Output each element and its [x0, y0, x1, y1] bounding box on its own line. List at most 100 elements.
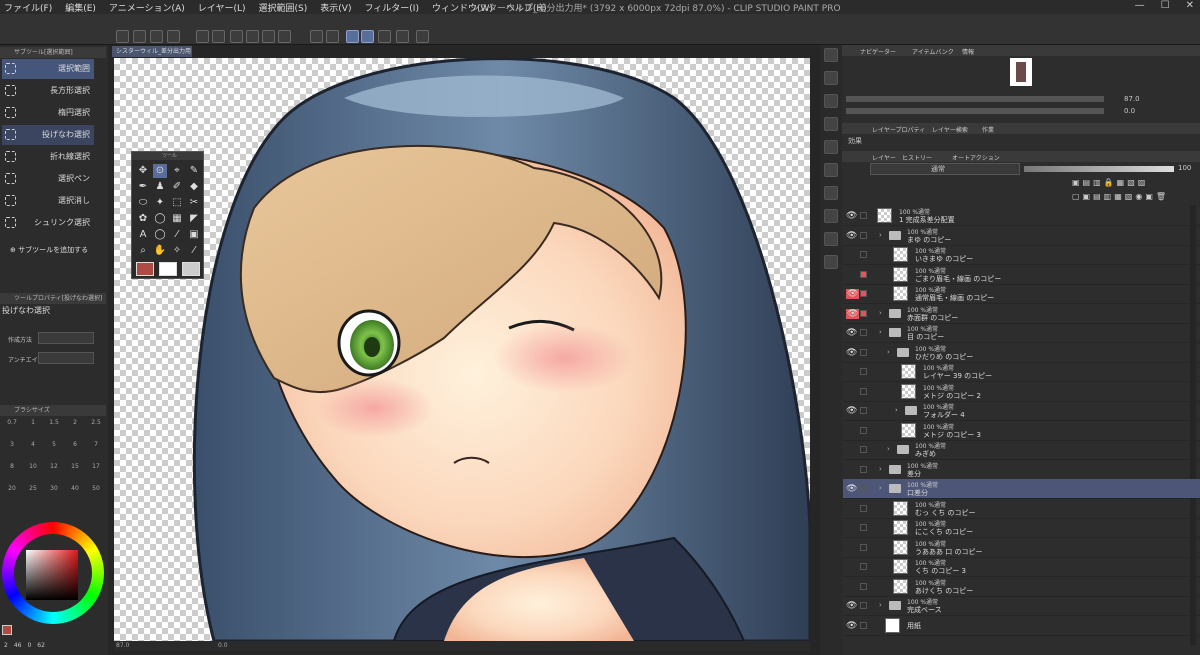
- ruler-tool-icon[interactable]: ◤: [187, 212, 201, 226]
- brushsize-cell[interactable]: 7: [86, 441, 106, 461]
- tab-item-bank[interactable]: アイテムバンク: [912, 47, 954, 56]
- layer-action-icons[interactable]: ▢▣▤▥▦▧◉▣🗑: [1072, 192, 1182, 202]
- brushsize-cell[interactable]: 2: [65, 419, 85, 439]
- subtool-item[interactable]: 投げなわ選択: [2, 125, 94, 145]
- open-icon[interactable]: [133, 30, 146, 43]
- move-tool-icon[interactable]: ✥: [136, 164, 150, 178]
- visibility-eye-icon[interactable]: 👁: [846, 211, 857, 221]
- maximize-icon[interactable]: ☐: [1161, 0, 1170, 11]
- layer-row[interactable]: 100 %通常 いきまゆ のコピー: [843, 245, 1200, 265]
- clear-icon[interactable]: [230, 30, 243, 43]
- gradient-tool-icon[interactable]: ▣: [187, 228, 201, 242]
- expand-arrow-icon[interactable]: ›: [879, 309, 882, 317]
- lock-checkbox[interactable]: [860, 621, 867, 629]
- close-icon[interactable]: ✕: [1186, 0, 1194, 11]
- figure-tool-icon[interactable]: ◯: [153, 212, 167, 226]
- eraser-tool-icon[interactable]: ◆: [187, 180, 201, 194]
- hand-tool-icon[interactable]: ✋: [153, 244, 167, 258]
- lock-checkbox[interactable]: [860, 602, 867, 609]
- layer-row[interactable]: 100 %通常 ごまり眉毛・線画 のコピー: [843, 265, 1200, 285]
- tab-history[interactable]: ヒストリー: [902, 153, 932, 162]
- visibility-eye-icon[interactable]: 👁: [846, 601, 857, 611]
- redo-icon[interactable]: [212, 30, 225, 43]
- brushsize-cell[interactable]: 25: [23, 485, 43, 505]
- subtool-item[interactable]: 選択ペン: [2, 169, 94, 189]
- menu-item[interactable]: 選択範囲(S): [259, 1, 308, 14]
- balloon-tool-icon[interactable]: ◯: [153, 228, 167, 242]
- airbrush-tool-icon[interactable]: ✐: [170, 180, 184, 194]
- transform-icon[interactable]: [262, 30, 275, 43]
- expand-arrow-icon[interactable]: ›: [895, 406, 898, 414]
- lock-checkbox[interactable]: [860, 348, 867, 356]
- layer-row[interactable]: 100 %通常 うあああ 口 のコピー: [843, 538, 1200, 558]
- expand-arrow-icon[interactable]: ›: [879, 484, 882, 492]
- fill-tool-icon[interactable]: ✦: [153, 196, 167, 210]
- tab-auto-action[interactable]: オートアクション: [952, 153, 1000, 162]
- lock-checkbox[interactable]: [860, 524, 867, 531]
- navigator-preview[interactable]: [1010, 58, 1032, 86]
- brush-tool-icon[interactable]: ♟: [153, 180, 167, 194]
- menu-item[interactable]: アニメーション(A): [109, 1, 185, 14]
- layer-row[interactable]: 👁 › 100 %通常 ひだりめ のコピー: [843, 343, 1200, 363]
- navigator-rotate-slider[interactable]: [846, 108, 1104, 114]
- layer-row[interactable]: 👁 › 100 %通常目 のコピー: [843, 323, 1200, 343]
- dock-button[interactable]: [824, 186, 838, 200]
- brushsize-grid[interactable]: 0.7 1 1.5 2 2.5 3 4 5 6 7 8 10 12 15 17 20 25 30 40 50: [2, 419, 106, 509]
- crop-icon[interactable]: [278, 30, 291, 43]
- fill-icon[interactable]: [246, 30, 259, 43]
- dock-button[interactable]: [824, 48, 838, 62]
- tab-work[interactable]: 作業: [982, 125, 994, 134]
- selection-tool-icon[interactable]: ⬚: [170, 196, 184, 210]
- layer-row[interactable]: 👁 › 100 %通常 フォルダー 4: [843, 401, 1200, 421]
- brushsize-cell[interactable]: 4: [23, 441, 43, 461]
- transparent-color-chip[interactable]: [182, 262, 200, 276]
- frame-tool-icon[interactable]: ▦: [170, 212, 184, 226]
- pencil-tool-icon[interactable]: ✒: [136, 180, 150, 194]
- dock-button[interactable]: [824, 117, 838, 131]
- lock-checkbox[interactable]: [860, 426, 867, 434]
- snap-special-ruler-icon[interactable]: [361, 30, 374, 43]
- layer-row[interactable]: › 100 %通常 みぎめ: [843, 440, 1200, 460]
- lock-checkbox[interactable]: [860, 290, 867, 297]
- layer-row[interactable]: 👁 › 100 %通常 口差分: [843, 479, 1200, 499]
- subtool-item[interactable]: 折れ線選択: [2, 147, 94, 167]
- lock-checkbox[interactable]: [860, 582, 867, 590]
- zoom-tool-icon[interactable]: ⌖: [170, 164, 184, 178]
- lock-checkbox[interactable]: [860, 563, 867, 570]
- brushsize-cell[interactable]: 20: [2, 485, 22, 505]
- canvas[interactable]: [114, 58, 810, 641]
- visibility-eye-icon[interactable]: 👁: [846, 328, 857, 338]
- tab-navigator[interactable]: ナビゲーター: [860, 47, 896, 56]
- help-icon[interactable]: [416, 30, 429, 43]
- menu-bar[interactable]: ファイル(F) 編集(E) アニメーション(A) レイヤー(L) 選択範囲(S) 表示(V…: [4, 1, 547, 14]
- angle-value[interactable]: 0.0: [218, 642, 228, 649]
- visibility-eye-icon[interactable]: 👁: [846, 231, 857, 241]
- visibility-eye-icon[interactable]: 👁: [846, 289, 860, 299]
- visibility-eye-icon[interactable]: 👁: [846, 621, 857, 631]
- lock-checkbox[interactable]: [860, 446, 867, 453]
- brushsize-cell[interactable]: 40: [65, 485, 85, 505]
- invert-selection-icon[interactable]: [326, 30, 339, 43]
- brushsize-cell[interactable]: 1.5: [44, 419, 64, 439]
- export-icon[interactable]: [167, 30, 180, 43]
- dock-button[interactable]: [824, 140, 838, 154]
- zoom-value[interactable]: 87.0: [116, 642, 129, 649]
- cut-tool-icon[interactable]: ✂: [187, 196, 201, 210]
- lock-checkbox[interactable]: [860, 407, 867, 414]
- subtool-item[interactable]: 長方形選択: [2, 81, 94, 101]
- tab-layer-property[interactable]: レイヤープロパティ: [872, 125, 925, 134]
- expand-arrow-icon[interactable]: ›: [879, 328, 882, 336]
- lock-checkbox[interactable]: [860, 387, 867, 395]
- brushsize-cell[interactable]: 8: [2, 463, 22, 483]
- layer-row[interactable]: 👁 › 100 %通常 赤面群 のコピー: [843, 304, 1200, 324]
- save-icon[interactable]: [150, 30, 163, 43]
- line-tool-icon[interactable]: ⁄: [170, 228, 184, 242]
- menu-item[interactable]: レイヤー(L): [198, 1, 246, 14]
- subtool-item[interactable]: 楕円選択: [2, 103, 94, 123]
- layer-tool-icons[interactable]: ▣▤▥🔒▦▧▨: [1072, 178, 1182, 188]
- text-tool-icon[interactable]: A: [136, 228, 150, 242]
- eyedropper-tool-icon[interactable]: ⁄: [187, 244, 201, 258]
- lasso-select-tool-icon[interactable]: ⊙: [153, 164, 167, 178]
- new-icon[interactable]: [116, 30, 129, 43]
- snap-ruler-icon[interactable]: [346, 30, 359, 43]
